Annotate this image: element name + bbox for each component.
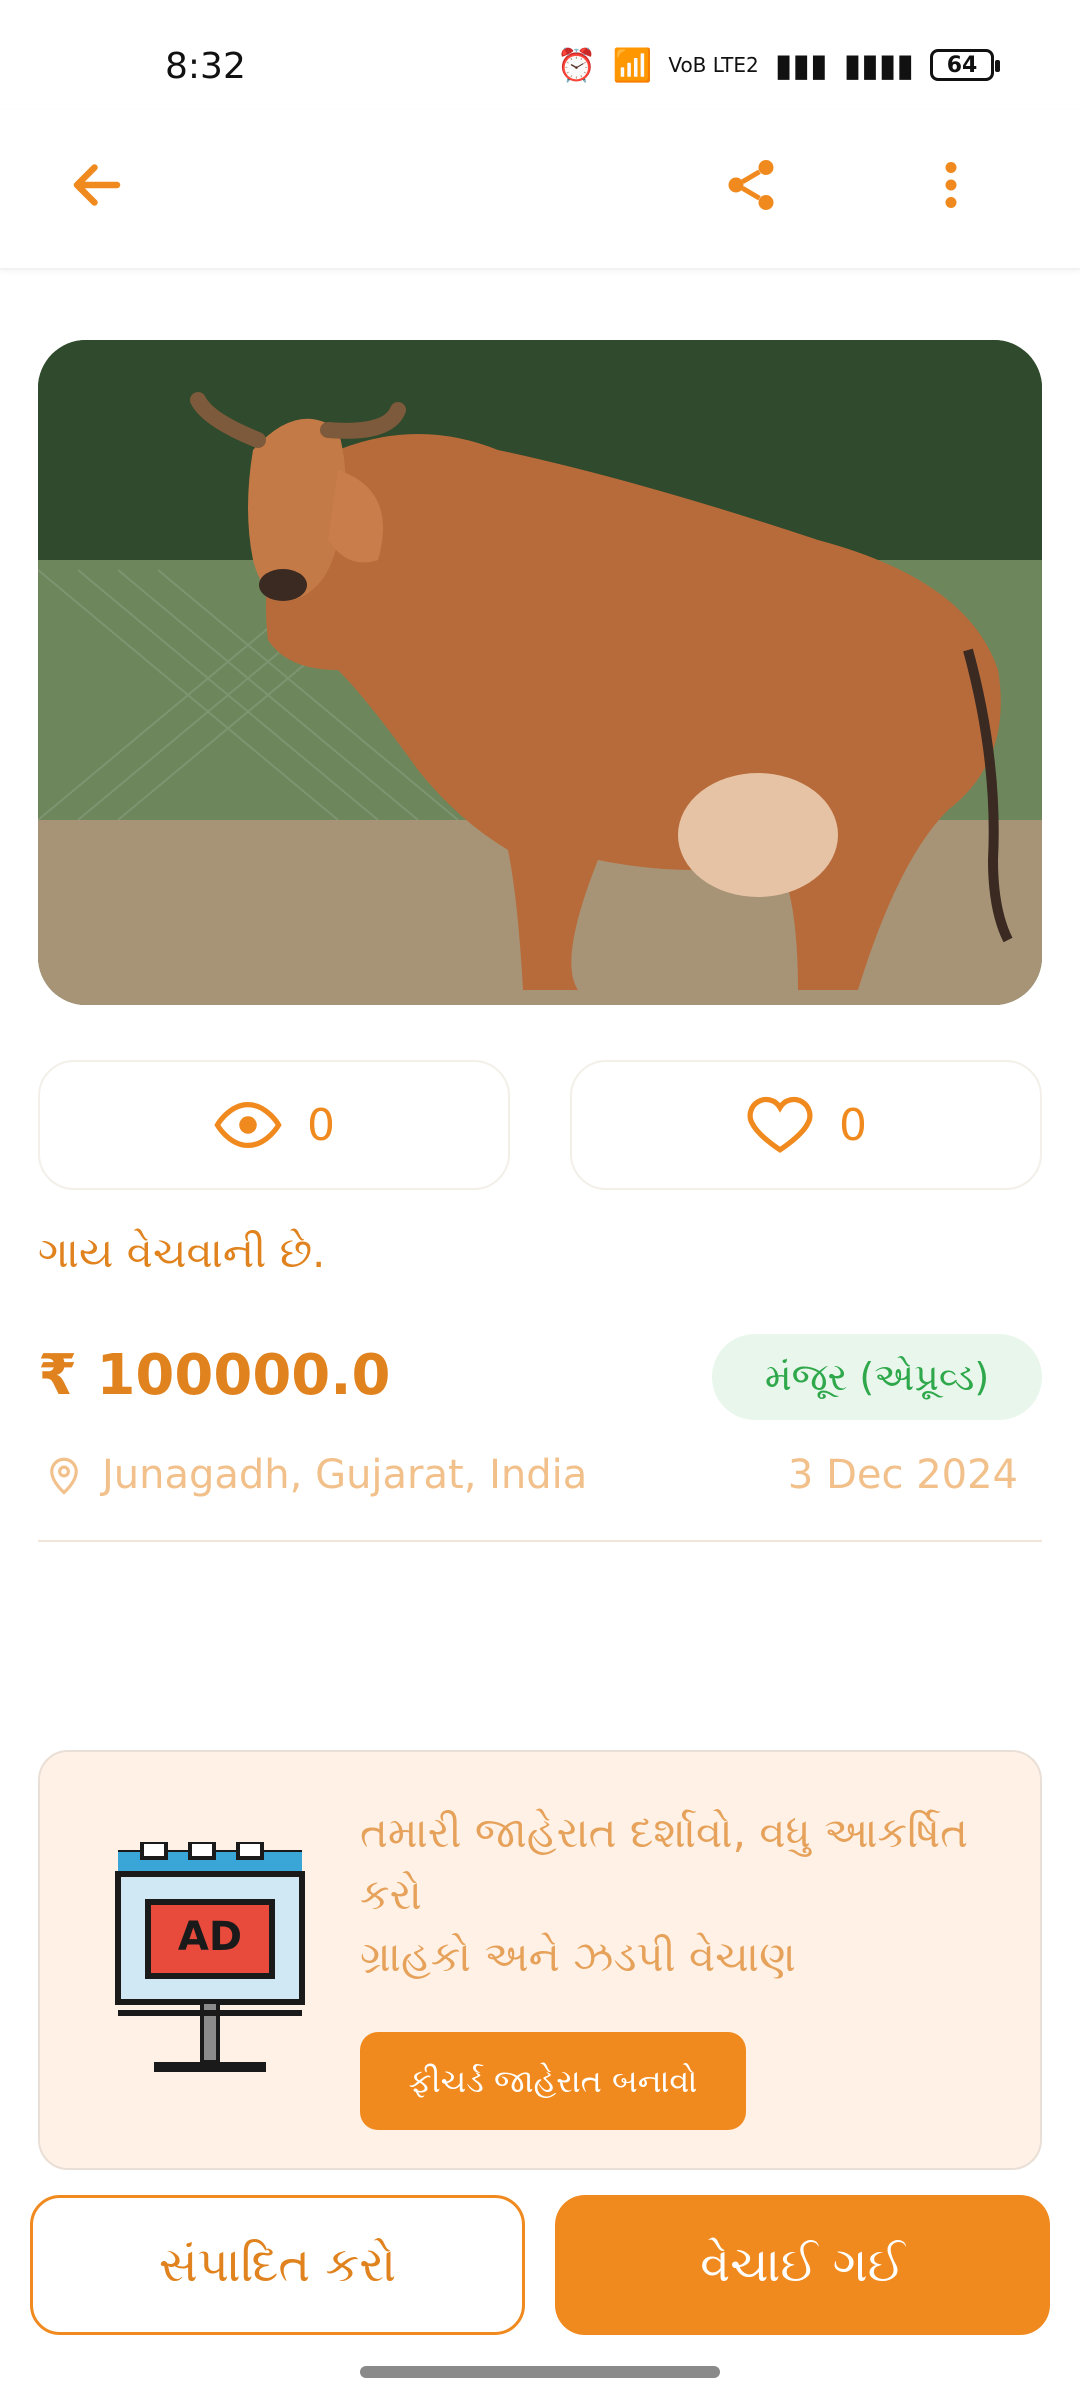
signal-icon-2: ▮▮▮▮ <box>843 46 914 84</box>
gesture-bar <box>360 2366 720 2378</box>
listing-date: 3 Dec 2024 <box>787 1452 1018 1498</box>
status-time: 8:32 <box>165 46 246 87</box>
ad-icon-text: AD <box>178 1914 242 1960</box>
promo-card: AD તમારી જાહેરાત દર્શાવો, વધુ આકર્ષિત કર… <box>38 1750 1042 2170</box>
back-button[interactable] <box>62 150 132 220</box>
app-bar <box>0 110 1080 270</box>
location-text: Junagadh, Gujarat, India <box>102 1452 588 1498</box>
promo-line-2: ગ્રાહકો અને ઝડપી વેચાણ <box>360 1932 796 1981</box>
promo-line-1: તમારી જાહેરાત દર્શાવો, વધુ આકર્ષિત કરો <box>360 1808 968 1919</box>
cow-image <box>38 340 1042 1005</box>
views-count: 0 <box>307 1099 335 1151</box>
likes-card[interactable]: 0 <box>570 1060 1042 1190</box>
status-bar: 8:32 ⏰ 📶 VoB LTE2 ▮▮▮ ▮▮▮▮ 64 <box>0 0 1080 110</box>
status-badge: મંજૂર (એપ્રૂવ્ડ) <box>712 1334 1042 1420</box>
image-carousel[interactable] <box>38 340 1042 1005</box>
share-icon <box>728 160 774 210</box>
battery-icon: 64 <box>930 49 1000 81</box>
alarm-icon: ⏰ <box>556 46 597 84</box>
divider <box>38 1540 1042 1542</box>
views-card: 0 <box>38 1060 510 1190</box>
share-button[interactable] <box>716 150 786 220</box>
price: ₹ 100000.0 <box>38 1343 391 1408</box>
wifi-icon: 📶 <box>612 46 653 84</box>
sold-button[interactable]: વેચાઈ ગઈ <box>555 2195 1050 2335</box>
more-vert-icon <box>945 162 957 208</box>
signal-icon: ▮▮▮ <box>774 46 828 84</box>
more-options-button[interactable] <box>916 150 986 220</box>
network-label: VoB LTE2 <box>668 53 759 77</box>
listing-title: ગાય વેચવાની છે. <box>38 1228 326 1277</box>
eye-icon <box>214 1101 282 1149</box>
location-row: Junagadh, Gujarat, India 3 Dec 2024 <box>38 1445 1042 1505</box>
edit-button[interactable]: સંપાદિત કરો <box>30 2195 525 2335</box>
location-pin-icon <box>38 1445 90 1505</box>
billboard-ad-icon: AD <box>110 1840 310 2082</box>
create-featured-ad-button[interactable]: ફીચર્ડ જાહેરાત બનાવો <box>360 2032 746 2130</box>
arrow-left-icon <box>73 164 121 206</box>
status-icons: ⏰ 📶 VoB LTE2 ▮▮▮ ▮▮▮▮ 64 <box>556 46 1000 84</box>
likes-count: 0 <box>839 1099 867 1151</box>
heart-icon[interactable] <box>745 1090 815 1160</box>
